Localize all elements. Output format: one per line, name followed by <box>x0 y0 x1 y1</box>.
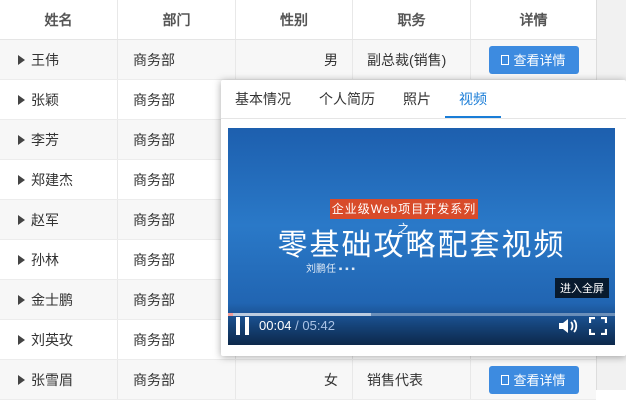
expand-arrow-icon[interactable] <box>18 334 25 345</box>
fullscreen-icon[interactable] <box>589 317 607 335</box>
header-detail: 详情 <box>519 11 548 28</box>
time-display: 00:04 / 05:42 <box>259 318 335 333</box>
buffer-fill <box>228 313 372 316</box>
header-dept: 部门 <box>118 0 236 39</box>
document-icon <box>501 374 510 385</box>
cell-name[interactable]: 张颖 <box>0 80 118 119</box>
name-text: 赵军 <box>31 211 59 228</box>
cell-name[interactable]: 金士鹏 <box>0 280 118 319</box>
cell-detail: 查看详情 <box>471 40 596 79</box>
header-title: 职务 <box>353 0 471 39</box>
current-time: 00:04 <box>259 318 292 333</box>
header-gender: 性别 <box>236 0 353 39</box>
time-separator: / <box>291 318 303 333</box>
tab-basic[interactable]: 基本情况 <box>221 80 305 118</box>
name-text: 李芳 <box>31 131 59 148</box>
table-row: 王伟 商务部男副总裁(销售) 查看详情 <box>0 40 596 80</box>
expand-arrow-icon[interactable] <box>18 254 25 265</box>
view-details-label: 查看详情 <box>513 53 566 68</box>
duration: 05:42 <box>302 318 335 333</box>
cell-dept: 商务部 <box>118 40 236 79</box>
fullscreen-tooltip: 进入全屏 <box>555 278 609 298</box>
cell-dept: 商务部 <box>118 240 236 279</box>
view-details-button[interactable]: 查看详情 <box>488 45 579 74</box>
expand-arrow-icon[interactable] <box>18 54 25 65</box>
cell-title: 销售代表 <box>353 360 471 399</box>
volume-icon[interactable] <box>557 317 579 335</box>
popup-tabs: 基本情况 个人简历 照片 视频 <box>221 80 626 119</box>
cell-name[interactable]: 刘英玫 <box>0 320 118 359</box>
tab-video[interactable]: 视频 <box>445 80 501 118</box>
expand-arrow-icon[interactable] <box>18 374 25 385</box>
expand-arrow-icon[interactable] <box>18 214 25 225</box>
cell-title: 副总裁(销售) <box>353 40 471 79</box>
name-text: 郑建杰 <box>31 171 73 188</box>
cell-dept: 商务部 <box>118 320 236 359</box>
progress-bar[interactable] <box>228 313 615 316</box>
video-player[interactable]: 企业级Web项目开发系列之 零基础攻略配套视频 刘鹏任 ▪ ▪ ▪ 进入全屏 0… <box>228 128 615 345</box>
tab-photo[interactable]: 照片 <box>389 80 445 118</box>
name-text: 王伟 <box>31 51 59 68</box>
video-tag: 企业级Web项目开发系列之 <box>330 199 478 236</box>
name-text: 刘英玫 <box>31 331 73 348</box>
cell-dept: 商务部 <box>118 200 236 239</box>
name-text: 张颖 <box>31 91 59 108</box>
cell-dept: 商务部 <box>118 120 236 159</box>
expand-arrow-icon[interactable] <box>18 294 25 305</box>
name-text: 张雪眉 <box>31 371 73 388</box>
table-row: 张雪眉 商务部女销售代表 查看详情 <box>0 360 596 400</box>
name-text: 孙林 <box>31 251 59 268</box>
expand-arrow-icon[interactable] <box>18 134 25 145</box>
cell-dept: 商务部 <box>118 360 236 399</box>
cell-dept: 商务部 <box>118 160 236 199</box>
detail-popup: 基本情况 个人简历 照片 视频 企业级Web项目开发系列之 零基础攻略配套视频 … <box>221 80 626 356</box>
table-header: 姓名 部门 性别 职务 详情 <box>0 0 596 40</box>
expand-arrow-icon[interactable] <box>18 94 25 105</box>
video-controls: 00:04 / 05:42 <box>228 303 615 345</box>
cell-name[interactable]: 赵军 <box>0 200 118 239</box>
cell-gender: 男 <box>236 40 353 79</box>
header-name: 姓名 <box>0 0 118 39</box>
cell-name[interactable]: 王伟 <box>0 40 118 79</box>
cell-gender: 女 <box>236 360 353 399</box>
video-subtitle: 刘鹏任 ▪ ▪ ▪ <box>306 264 355 275</box>
document-icon <box>501 54 510 65</box>
cell-name[interactable]: 张雪眉 <box>0 360 118 399</box>
view-details-button[interactable]: 查看详情 <box>488 365 579 394</box>
cell-name[interactable]: 孙林 <box>0 240 118 279</box>
cell-detail: 查看详情 <box>471 360 596 399</box>
name-text: 金士鹏 <box>31 291 73 308</box>
pause-icon[interactable] <box>236 317 250 335</box>
view-details-label: 查看详情 <box>513 373 566 388</box>
cell-dept: 商务部 <box>118 80 236 119</box>
expand-arrow-icon[interactable] <box>18 174 25 185</box>
video-title: 零基础攻略配套视频 <box>277 228 566 263</box>
cell-name[interactable]: 郑建杰 <box>0 160 118 199</box>
cell-dept: 商务部 <box>118 280 236 319</box>
tab-resume[interactable]: 个人简历 <box>305 80 389 118</box>
cell-name[interactable]: 李芳 <box>0 120 118 159</box>
